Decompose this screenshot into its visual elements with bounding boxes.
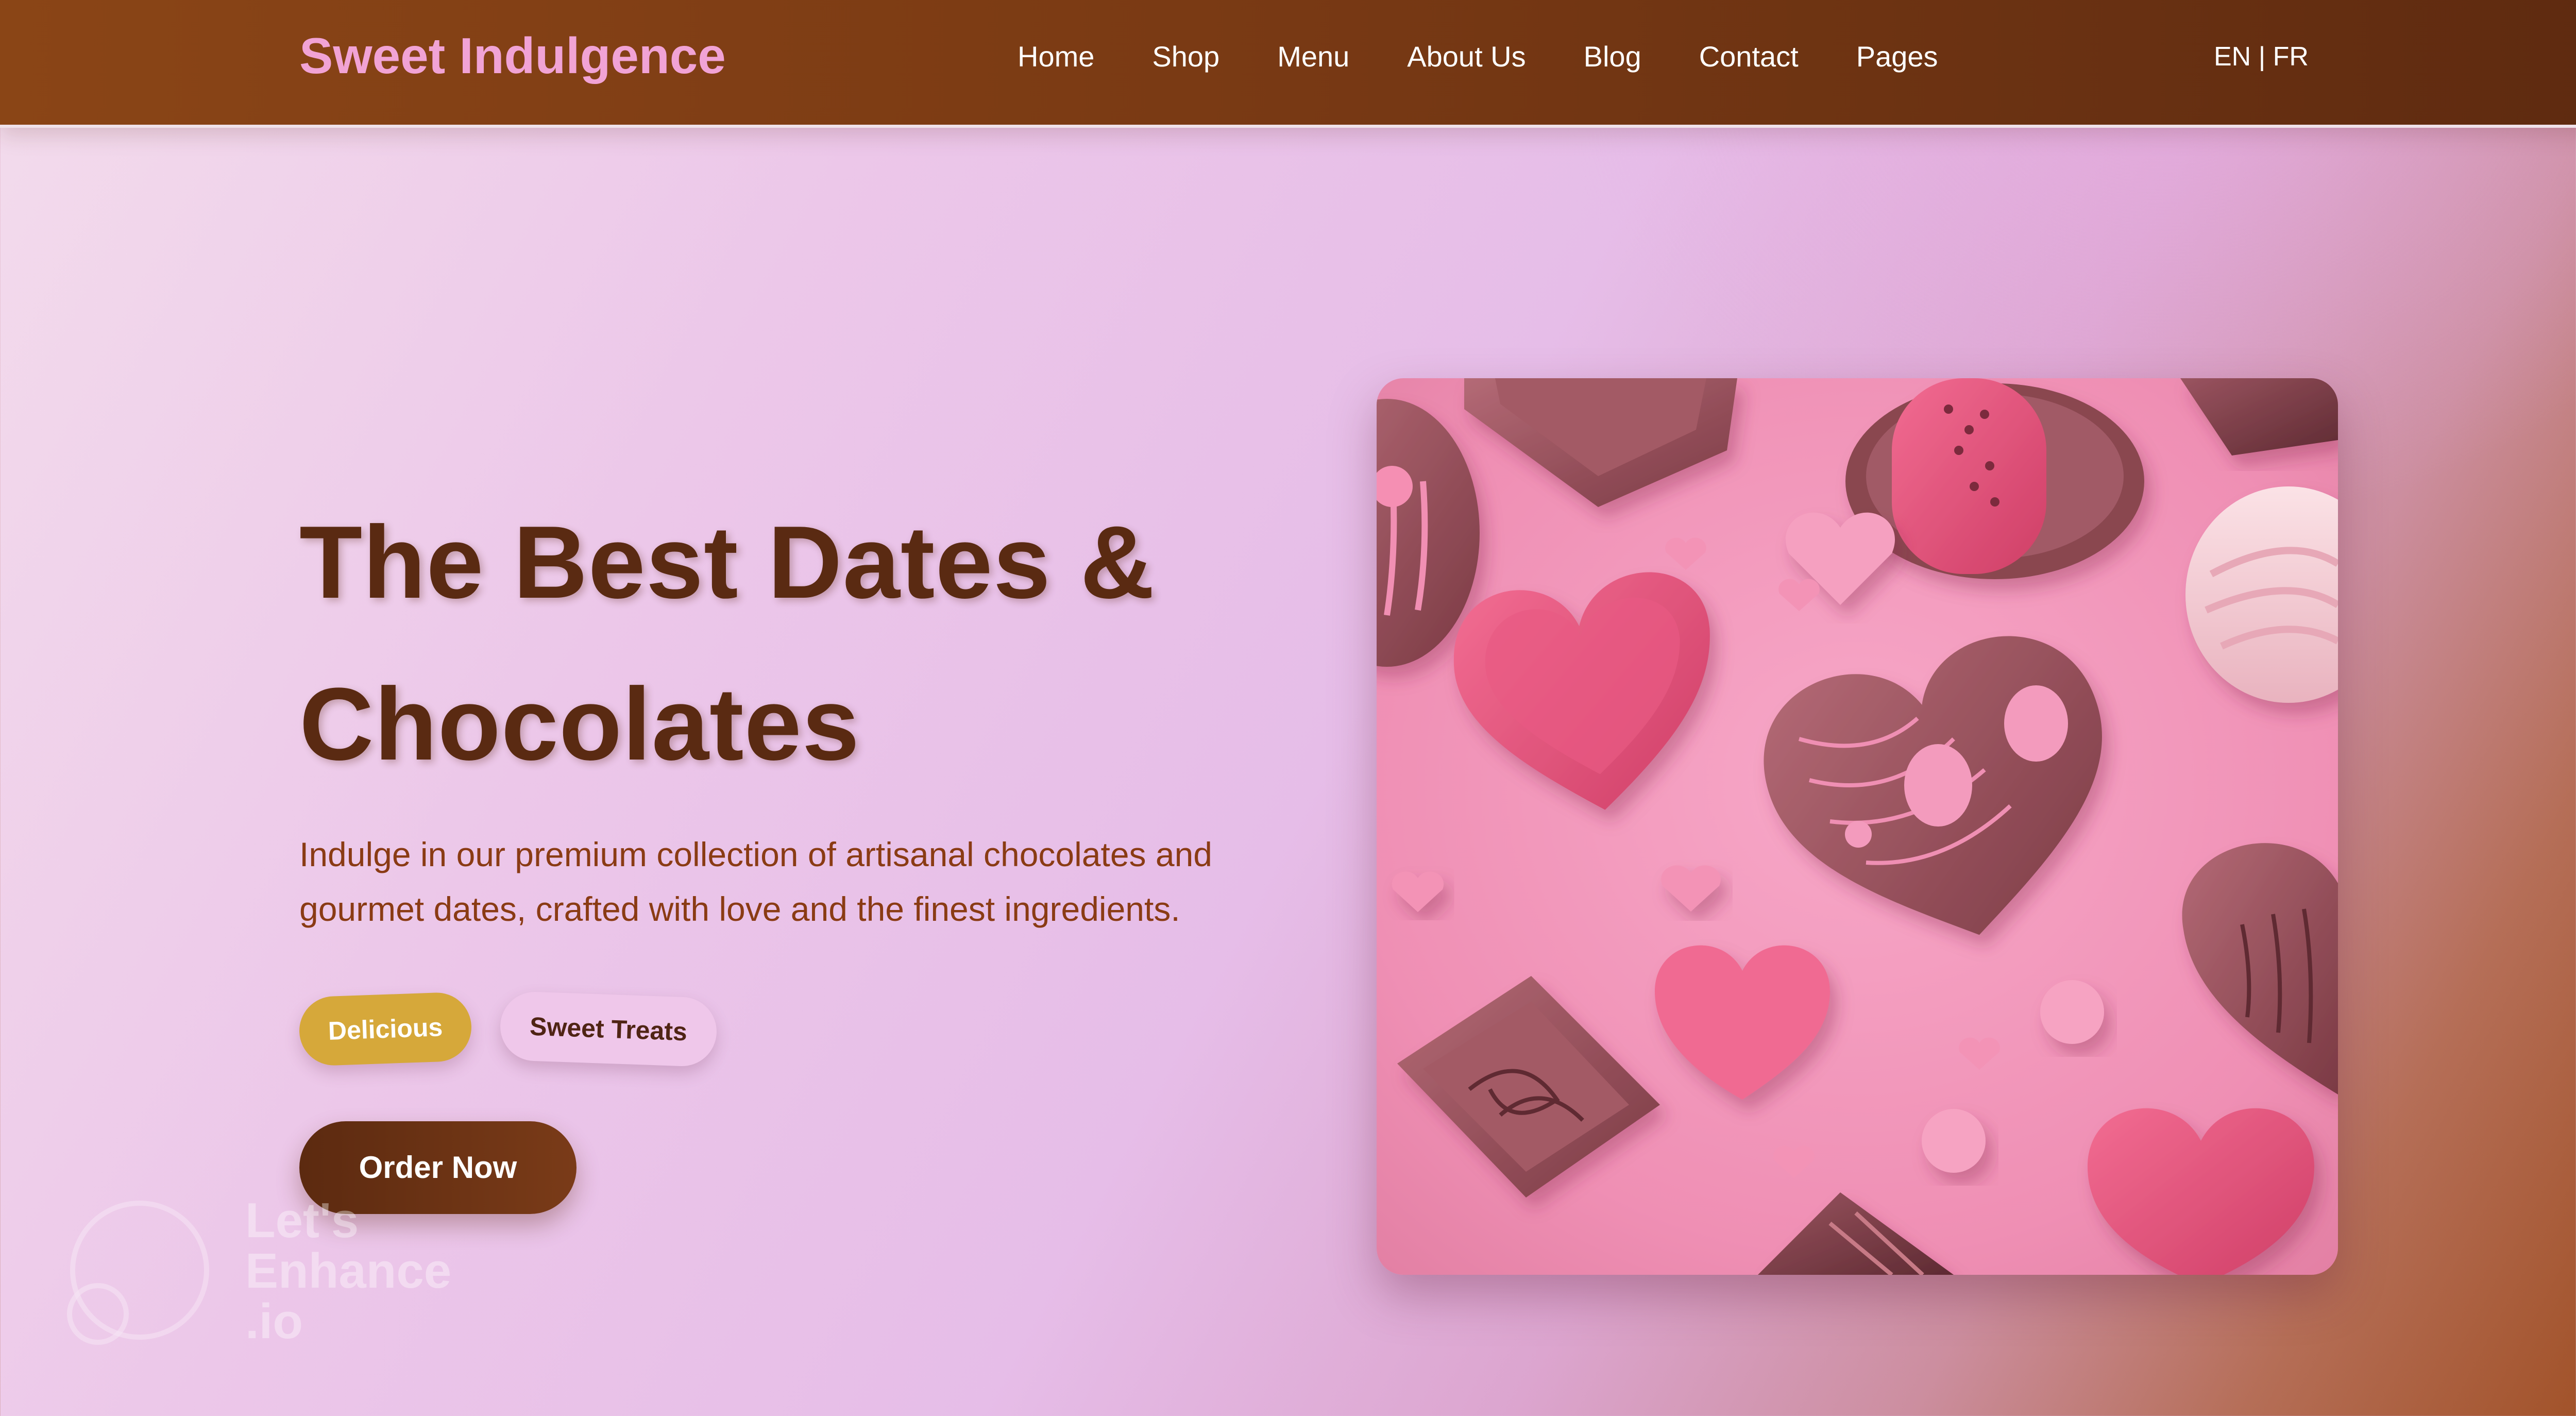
watermark-small-ring-icon [67,1283,129,1345]
nav-item-blog[interactable]: Blog [1584,36,1641,77]
tag-sweet-treats: Sweet Treats [499,990,718,1068]
language-switcher: EN | FR [2214,36,2309,77]
brand-logo-text[interactable]: Sweet Indulgence [299,25,726,87]
lang-en-link[interactable]: EN [2214,42,2251,72]
hero-title-line2: Chocolates [299,667,860,782]
hero-description: Indulge in our premium collection of art… [299,835,1213,928]
tag-delicious: Delicious [298,991,473,1067]
hero-image-card [1377,378,2338,1275]
watermark-text: Let's Enhance .io [245,1193,452,1349]
nav-item-shop[interactable]: Shop [1152,36,1219,77]
lang-separator: | [2258,42,2266,72]
nav-item-menu[interactable]: Menu [1277,36,1349,77]
hero-title: The Best Dates & Chocolates [299,482,1330,805]
nav-item-contact[interactable]: Contact [1699,36,1799,77]
hero-title-line1: The Best Dates & [299,505,1155,620]
nav-item-home[interactable]: Home [1018,36,1094,77]
nav-item-about-us[interactable]: About Us [1407,36,1526,77]
nav-item-pages[interactable]: Pages [1856,36,1938,77]
main-nav: Home Shop Menu About Us Blog Contact Pag… [1018,36,1938,77]
watermark-logo: Let's Enhance .io [67,1193,482,1350]
top-navbar: Sweet Indulgence Home Shop Menu About Us… [0,0,2576,128]
chocolate-hearts-illustration [1377,378,2338,1275]
lang-fr-link[interactable]: FR [2273,42,2309,72]
